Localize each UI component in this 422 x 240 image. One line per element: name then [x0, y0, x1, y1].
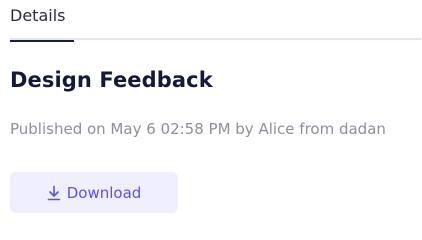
- tab-details[interactable]: Details: [10, 5, 74, 42]
- tab-details-label: Details: [10, 6, 66, 25]
- download-button[interactable]: Download: [10, 172, 178, 213]
- page-title: Design Feedback: [10, 68, 213, 92]
- tab-bar: Details: [10, 0, 421, 42]
- download-icon: [47, 185, 61, 201]
- publish-info: Published on May 6 02:58 PM by Alice fro…: [10, 120, 386, 138]
- download-label: Download: [66, 183, 142, 202]
- active-tab-indicator: [10, 40, 74, 42]
